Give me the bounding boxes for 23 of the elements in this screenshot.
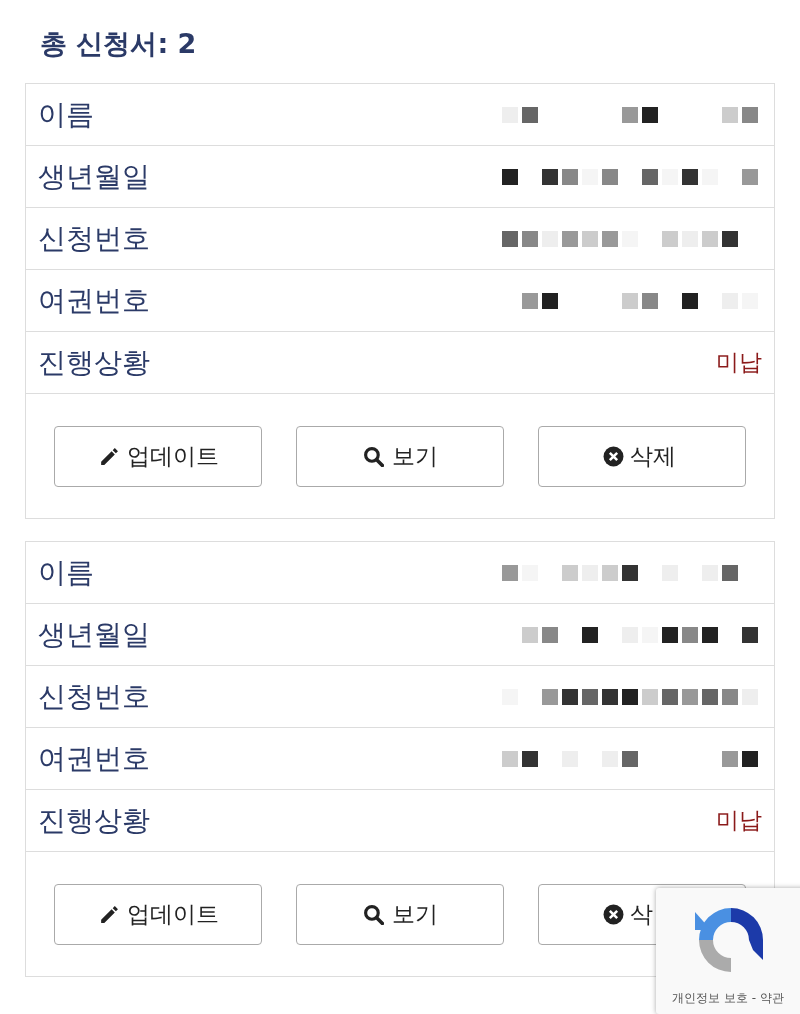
field-label: 생년월일 — [38, 158, 150, 195]
status-value: 미납 — [716, 348, 762, 377]
privacy-terms-link[interactable]: 개인정보 보호 - 약관 — [672, 990, 784, 1007]
field-label: 진행상황 — [38, 344, 150, 381]
search-icon — [362, 903, 384, 925]
list-heading: 총 신청서: 2 — [39, 27, 198, 61]
field-label: 생년월일 — [38, 616, 150, 653]
view-button[interactable]: 보기 — [296, 425, 504, 487]
close-circle-icon — [603, 903, 624, 925]
field-label: 이름 — [38, 96, 94, 133]
field-label: 진행상황 — [38, 802, 150, 839]
field-label: 신청번호 — [38, 678, 150, 715]
close-circle-icon — [603, 445, 624, 467]
field-label: 이름 — [38, 554, 94, 591]
update-button[interactable]: 업데이트 — [54, 883, 262, 945]
field-label: 신청번호 — [38, 220, 150, 257]
delete-button[interactable]: 삭제 — [538, 425, 746, 487]
field-label: 여권번호 — [38, 740, 150, 777]
update-button[interactable]: 업데이트 — [54, 425, 262, 487]
search-icon — [362, 445, 384, 467]
view-button[interactable]: 보기 — [296, 883, 504, 945]
field-label: 여권번호 — [38, 282, 150, 319]
status-value: 미납 — [716, 806, 762, 835]
